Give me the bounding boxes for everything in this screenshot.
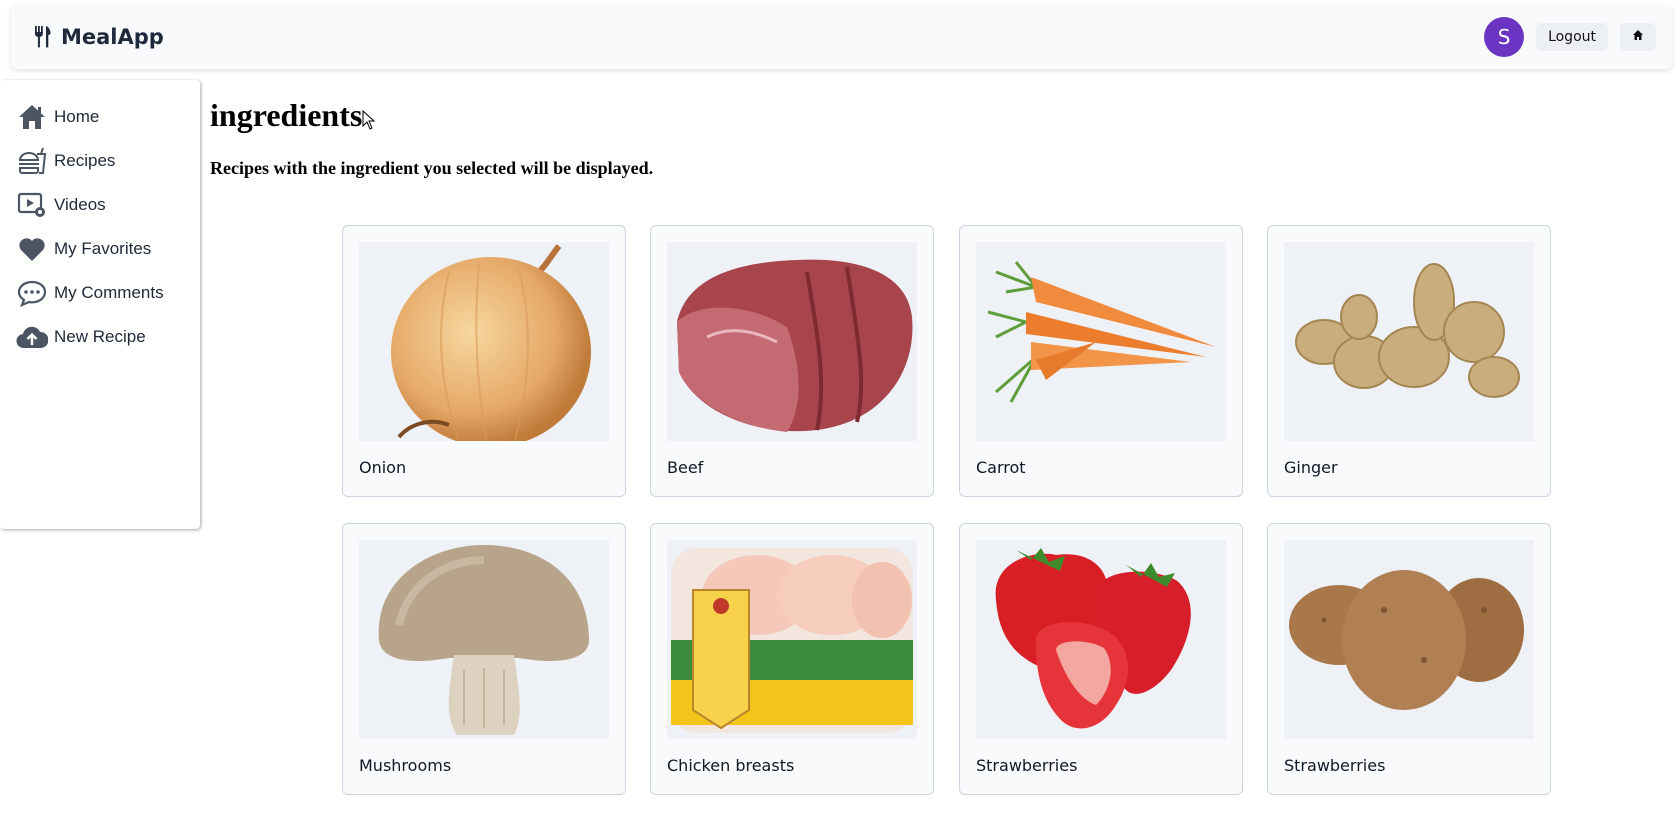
ginger-image (1284, 242, 1534, 441)
chat-bubble-icon (16, 277, 48, 309)
sidebar-item-videos[interactable]: Videos (0, 183, 200, 227)
ingredient-name: Chicken breasts (667, 756, 795, 775)
ingredient-card-potatoes[interactable]: Strawberries (1267, 523, 1551, 795)
beef-image (667, 242, 917, 441)
onion-image (359, 242, 609, 441)
ingredient-name: Strawberries (976, 756, 1078, 775)
ingredient-name: Strawberries (1284, 756, 1386, 775)
sidebar-item-label: My Favorites (54, 239, 152, 258)
user-avatar[interactable]: S (1484, 17, 1525, 57)
sidebar-item-label: Videos (54, 195, 106, 214)
chicken-breasts-image (667, 540, 917, 739)
mushroom-image (359, 540, 609, 739)
sidebar-item-home[interactable]: Home (0, 95, 200, 139)
ingredient-name: Carrot (976, 458, 1026, 477)
ingredient-card-strawberries[interactable]: Strawberries (959, 523, 1243, 795)
ingredient-card-onion[interactable]: Onion (342, 225, 626, 497)
ingredient-card-beef[interactable]: Beef (650, 225, 934, 497)
ingredient-card-mushrooms[interactable]: Mushrooms (342, 523, 626, 795)
sidebar-item-recipes[interactable]: Recipes (0, 139, 200, 183)
carrot-image (976, 242, 1226, 441)
brand[interactable]: MealApp (33, 25, 164, 49)
ingredient-name: Ginger (1284, 458, 1338, 477)
home-icon (1632, 29, 1644, 45)
ingredient-name: Onion (359, 458, 407, 477)
home-button[interactable] (1620, 23, 1656, 51)
sidebar-item-label: New Recipe (54, 327, 146, 346)
page-subtitle: Recipes with the ingredient you selected… (210, 158, 654, 178)
sidebar-item-label: Recipes (54, 151, 116, 170)
sidebar-item-new-recipe[interactable]: New Recipe (0, 315, 200, 359)
sidebar-item-label: My Comments (54, 283, 164, 302)
top-navbar: MealApp S Logout (11, 5, 1672, 69)
sidebar-item-label: Home (54, 107, 100, 126)
fork-knife-icon (33, 26, 53, 48)
potatoes-image (1284, 540, 1534, 739)
strawberries-image (976, 540, 1226, 739)
burger-icon (16, 145, 48, 177)
home-icon (16, 101, 48, 133)
mouse-cursor-icon (362, 109, 376, 135)
ingredient-card-chicken-breasts[interactable]: Chicken breasts (650, 523, 934, 795)
sidebar-item-comments[interactable]: My Comments (0, 271, 200, 315)
page-title: ingredients (210, 97, 363, 133)
sidebar-item-favorites[interactable]: My Favorites (0, 227, 200, 271)
heart-icon (16, 233, 48, 265)
video-settings-icon (16, 189, 48, 221)
logout-button[interactable]: Logout (1536, 23, 1608, 51)
sidebar: Home Recipes Videos My Favorites My Comm… (0, 80, 200, 529)
ingredient-name: Mushrooms (359, 756, 452, 775)
brand-name: MealApp (61, 25, 164, 49)
ingredient-card-carrot[interactable]: Carrot (959, 225, 1243, 497)
cloud-upload-icon (16, 321, 48, 353)
ingredient-card-ginger[interactable]: Ginger (1267, 225, 1551, 497)
ingredient-name: Beef (667, 458, 704, 477)
